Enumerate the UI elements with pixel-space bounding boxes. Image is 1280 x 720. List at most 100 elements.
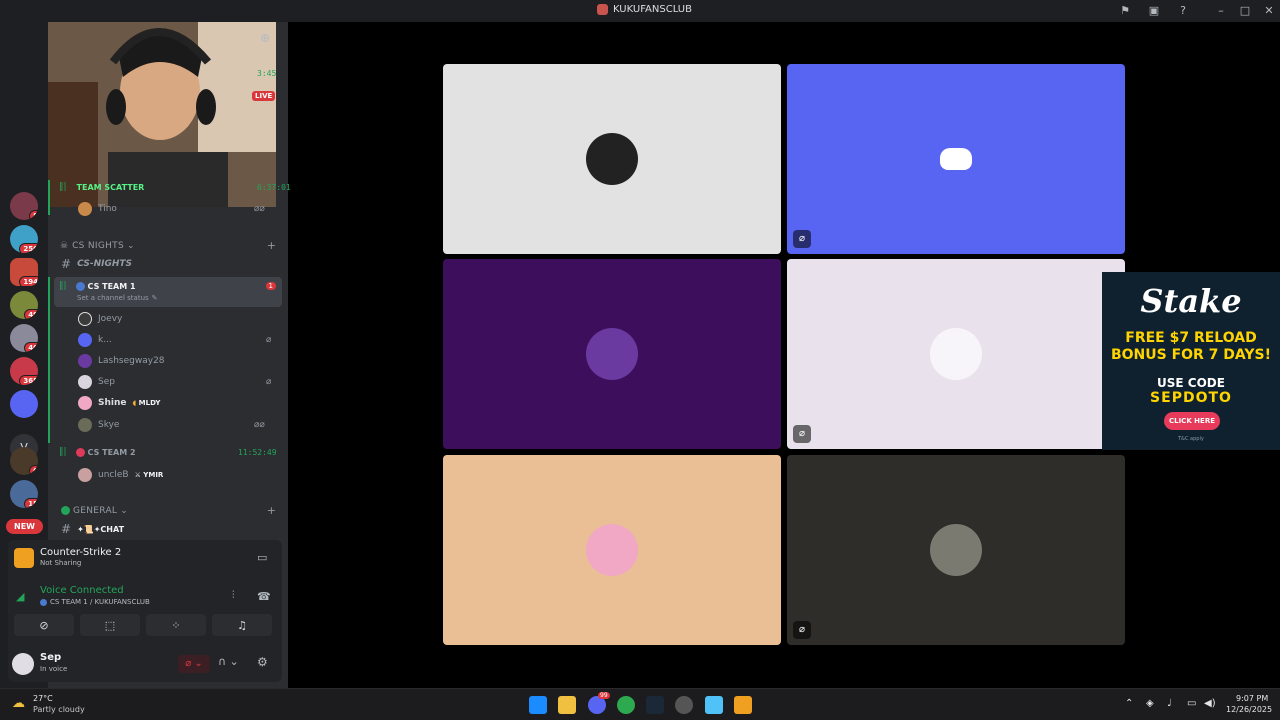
video-tile[interactable]: ⌀ <box>787 259 1125 449</box>
voice-user[interactable]: Lashsegway28 <box>78 354 165 368</box>
server-logo-icon <box>597 4 608 15</box>
camera-toggle-button[interactable]: ⊘ <box>14 614 74 636</box>
screen-icon[interactable]: ▣ <box>1147 4 1161 18</box>
share-screen-icon[interactable]: ▭ <box>257 551 267 564</box>
deafen-button[interactable]: ∩ ⌄ <box>218 655 239 668</box>
cs2-taskbar-icon[interactable] <box>734 696 752 714</box>
video-tile[interactable] <box>443 259 781 449</box>
text-channel-cs-nights[interactable]: # CS-NIGHTS <box>56 257 282 271</box>
unread-badge: 1 <box>265 282 276 290</box>
close-icon[interactable]: ✕ <box>1262 4 1276 18</box>
settings-button[interactable]: ⚙ <box>257 655 268 669</box>
voice-connected-label: Voice Connected <box>40 585 124 596</box>
user-name: Sep <box>98 377 115 387</box>
noise-suppression-icon[interactable]: ⫶ <box>232 590 235 601</box>
screen-share-button[interactable]: ⬚ <box>80 614 140 636</box>
server-icon[interactable]: 40 <box>10 324 38 352</box>
volume-icon[interactable]: ◀) <box>1204 698 1216 709</box>
channel-timer: 6:37:01 <box>257 183 291 192</box>
voice-user[interactable]: Sep <box>78 375 115 389</box>
help-icon[interactable]: ? <box>1176 4 1190 18</box>
user-name: Skye <box>98 420 120 430</box>
user-tag: ⚔ YMIR <box>134 471 164 479</box>
network-icon[interactable]: ▭ <box>1187 698 1196 709</box>
globe-icon <box>40 598 47 606</box>
maximize-icon[interactable]: □ <box>1238 4 1252 18</box>
server-icon[interactable]: 49 <box>10 291 38 319</box>
channel-name: TEAM SCATTER <box>76 182 145 192</box>
mic-muted-icon: ⌀ ⌄ <box>185 658 203 669</box>
voice-channel-path[interactable]: CS TEAM 1 / KUKUFANSCLUB <box>40 598 150 606</box>
avatar <box>78 202 92 216</box>
windows-start-icon[interactable] <box>529 696 547 714</box>
category-cs-nights[interactable]: ☠ CS NIGHTS ⌄ + <box>56 239 282 252</box>
voice-user[interactable]: Tino <box>78 202 117 216</box>
category-general[interactable]: GENERAL ⌄ + <box>56 504 282 517</box>
add-channel-icon[interactable]: + <box>267 239 276 252</box>
server-icon[interactable]: 365 <box>10 357 38 385</box>
headphones-icon: ∩ ⌄ <box>218 655 239 668</box>
activities-button[interactable]: ⁘ <box>146 614 206 636</box>
avatar <box>78 312 92 326</box>
add-channel-icon[interactable]: + <box>267 504 276 517</box>
new-unreads-pill[interactable]: NEW <box>6 519 43 534</box>
user-avatar[interactable] <box>12 653 34 675</box>
video-tile[interactable]: ⌀ <box>787 455 1125 645</box>
notepad-icon[interactable] <box>705 696 723 714</box>
minimize-icon[interactable]: – <box>1214 4 1228 18</box>
server-icon[interactable]: 15 <box>10 480 38 508</box>
microphone-icon[interactable]: ♩ <box>1167 698 1172 709</box>
ad-click-here-button[interactable]: CLICK HERE <box>1164 412 1220 430</box>
voice-user[interactable]: Joevy <box>78 312 122 326</box>
app-icon[interactable] <box>675 696 693 714</box>
steam-icon[interactable] <box>646 696 664 714</box>
text-channel-chat[interactable]: # ✦📜✦CHAT <box>56 522 282 536</box>
add-friend-icon[interactable]: ⊕ <box>260 31 274 45</box>
voice-user[interactable]: k... <box>78 333 112 347</box>
voice-user[interactable]: Skye <box>78 418 119 432</box>
ad-promo: FREE $7 RELOAD BONUS FOR 7 DAYS! <box>1102 330 1280 364</box>
camera-off-icon: ⊘ <box>39 618 49 632</box>
server-icon[interactable]: 8 <box>10 192 38 220</box>
voice-channel-cs-team-1-header[interactable]: ‖| CS TEAM 1 1 <box>56 281 282 291</box>
video-tile[interactable] <box>443 455 781 645</box>
server-badge: 194 <box>19 276 38 286</box>
discord-server-icon[interactable] <box>10 390 38 418</box>
server-icon[interactable]: 256 <box>10 225 38 253</box>
channel-status-text: Set a channel status <box>77 294 149 302</box>
voice-activity-icon: ‖| <box>59 281 67 291</box>
voice-channel-team-scatter[interactable]: ‖| TEAM SCATTER <box>56 182 282 192</box>
video-tile[interactable]: ⌀ <box>787 64 1125 254</box>
server-icon[interactable]: 6 <box>10 447 38 475</box>
ad-promo-line2: BONUS FOR 7 DAYS! <box>1110 347 1272 363</box>
user-name: Lashsegway28 <box>98 356 165 366</box>
window-title: KUKUFANSCLUB <box>597 4 692 15</box>
server-badge: 365 <box>19 375 38 385</box>
avatar <box>78 418 92 432</box>
stake-ad-overlay[interactable]: Stake FREE $7 RELOAD BONUS FOR 7 DAYS! U… <box>1102 272 1280 450</box>
disconnect-icon[interactable]: ☎ <box>257 590 271 603</box>
voice-channel-path-text: CS TEAM 1 / KUKUFANSCLUB <box>50 598 150 606</box>
server-icon-active[interactable]: 194 <box>10 258 38 286</box>
tray-app-icon[interactable]: ◈ <box>1146 698 1154 709</box>
inbox-icon[interactable]: ⚑ <box>1118 4 1132 18</box>
user-tag-text: YMIR <box>143 471 164 479</box>
channel-status[interactable]: Set a channel status ✎ <box>77 294 303 302</box>
video-tile[interactable] <box>443 64 781 254</box>
user-name: Sep <box>40 652 62 663</box>
live-badge: LIVE <box>252 91 276 101</box>
chrome-icon[interactable] <box>617 696 635 714</box>
weather-icon[interactable]: ☁ <box>12 696 25 711</box>
soundboard-button[interactable]: ♫ <box>212 614 272 636</box>
voice-user[interactable]: Shine ◖ MLDY <box>78 396 160 410</box>
chevron-up-icon[interactable]: ⌃ <box>1125 698 1133 709</box>
clock-time[interactable]: 9:07 PM <box>1236 694 1268 703</box>
discord-taskbar-icon[interactable]: 99 <box>588 692 610 714</box>
voice-user[interactable]: uncleB ⚔ YMIR <box>78 468 163 482</box>
discord-badge: 99 <box>598 692 610 699</box>
clock-date[interactable]: 12/26/2025 <box>1226 705 1272 714</box>
activities-icon: ⁘ <box>171 618 181 632</box>
mute-button[interactable]: ⌀ ⌄ <box>178 655 210 673</box>
file-explorer-icon[interactable] <box>558 696 576 714</box>
chevron-down-icon: ⌄ <box>126 240 135 251</box>
